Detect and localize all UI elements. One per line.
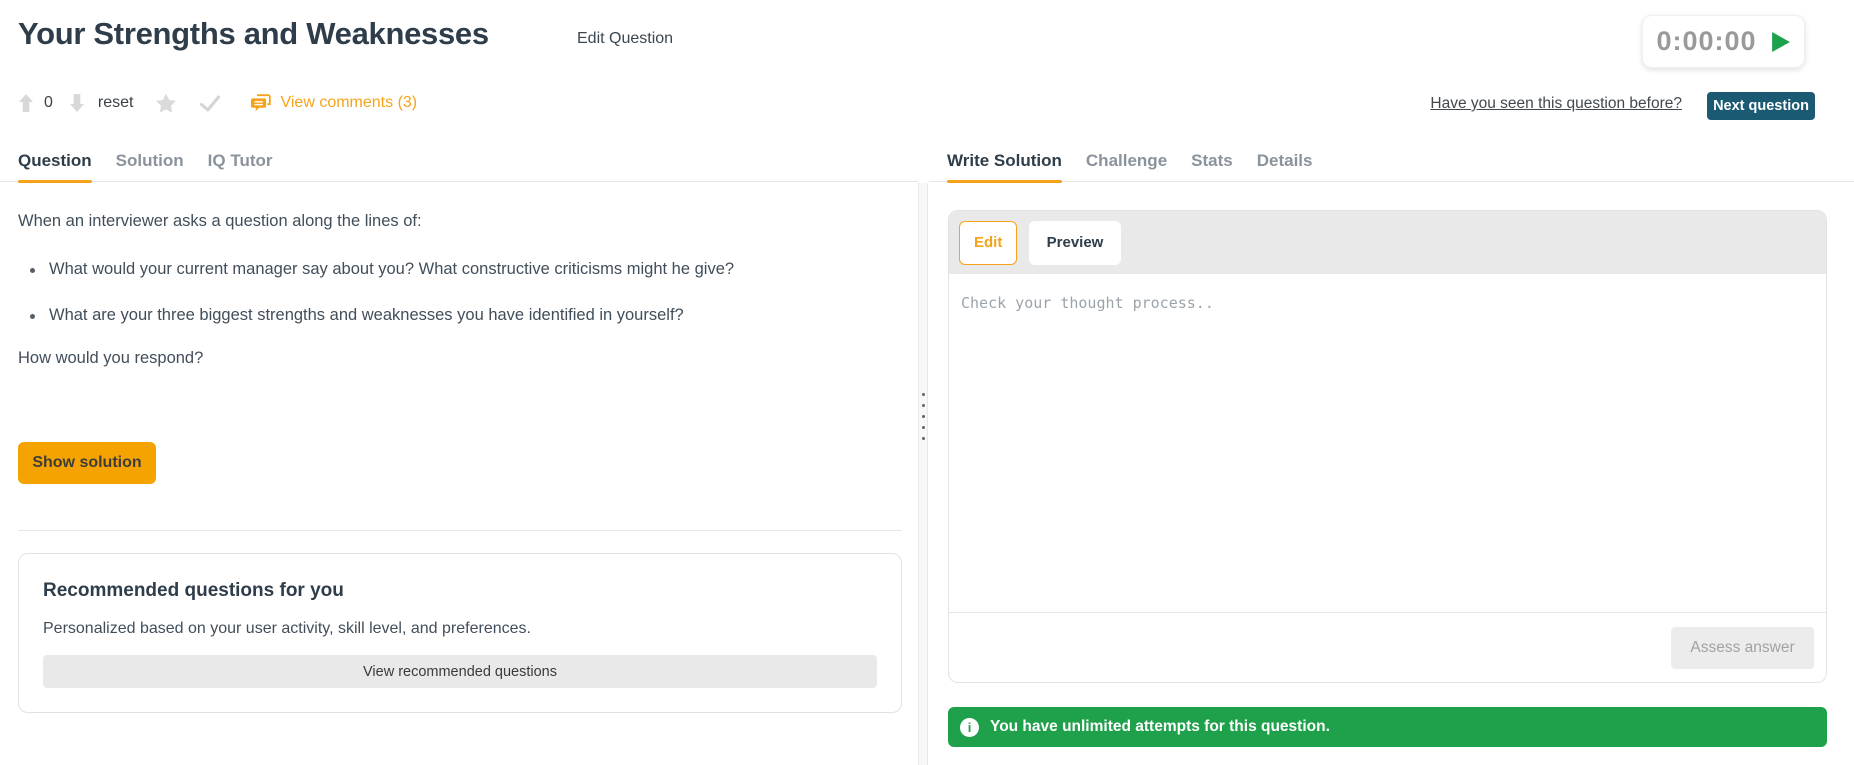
tab-details[interactable]: Details — [1257, 151, 1313, 181]
vote-count: 0 — [44, 94, 53, 111]
question-bullet-1-text: What would your current manager say abou… — [49, 260, 735, 278]
solution-editor: Edit Preview Assess answer — [948, 210, 1827, 683]
right-tab-bar: Write Solution Challenge Stats Details — [929, 130, 1854, 183]
question-bullet-2: What are your three biggest strengths an… — [30, 306, 684, 325]
reset-vote-link[interactable]: reset — [98, 94, 134, 112]
timer[interactable]: 0:00:00 — [1642, 15, 1805, 68]
editor-footer: Assess answer — [949, 612, 1826, 682]
info-icon: i — [960, 717, 979, 737]
attempts-banner-text: You have unlimited attempts for this que… — [990, 718, 1330, 735]
timer-value: 0:00:00 — [1656, 26, 1757, 56]
edit-question-link[interactable]: Edit Question — [577, 30, 673, 48]
assess-answer-button[interactable]: Assess answer — [1671, 626, 1814, 669]
upvote-arrow-icon[interactable] — [18, 93, 34, 113]
preview-mode-button[interactable]: Preview — [1029, 220, 1121, 265]
panel-resize-handle[interactable] — [918, 183, 928, 765]
editor-toolbar: Edit Preview — [949, 211, 1826, 274]
view-recommended-button[interactable]: View recommended questions — [43, 655, 877, 688]
tab-write-solution[interactable]: Write Solution — [947, 151, 1062, 183]
vote-bar: 0 reset View comments (3) — [18, 90, 417, 116]
left-tab-bar: Question Solution IQ Tutor — [0, 130, 918, 183]
question-bullet-1: What would your current manager say abou… — [30, 260, 734, 279]
recommended-subtitle: Personalized based on your user activity… — [43, 620, 531, 637]
tab-iq-tutor[interactable]: IQ Tutor — [208, 151, 273, 181]
downvote-arrow-icon[interactable] — [69, 93, 85, 113]
tab-stats[interactable]: Stats — [1191, 151, 1233, 181]
check-icon[interactable] — [199, 95, 221, 112]
question-bullet-2-text: What are your three biggest strengths an… — [49, 306, 684, 324]
bullet-dot — [30, 314, 35, 319]
attempts-banner: i You have unlimited attempts for this q… — [948, 707, 1827, 747]
view-comments-link[interactable]: View comments (3) — [251, 94, 417, 112]
comment-bubbles-icon — [251, 94, 272, 112]
drag-dots-icon — [919, 393, 927, 440]
edit-mode-button[interactable]: Edit — [959, 220, 1017, 265]
play-icon[interactable] — [1771, 31, 1791, 52]
solution-textarea[interactable] — [949, 274, 1826, 612]
tab-solution[interactable]: Solution — [116, 151, 184, 181]
star-icon[interactable] — [155, 93, 177, 114]
recommended-questions-card: Recommended questions for you Personaliz… — [18, 553, 902, 713]
question-intro: When an interviewer asks a question alon… — [18, 212, 422, 230]
section-divider — [18, 530, 902, 531]
tab-question[interactable]: Question — [18, 151, 92, 183]
next-question-button[interactable]: Next question — [1707, 92, 1815, 120]
view-comments-label: View comments (3) — [280, 94, 418, 111]
seen-before-link[interactable]: Have you seen this question before? — [1430, 95, 1682, 113]
question-outro: How would you respond? — [18, 349, 204, 367]
page-title: Your Strengths and Weaknesses — [18, 16, 489, 51]
show-solution-button[interactable]: Show solution — [18, 442, 156, 484]
tab-challenge[interactable]: Challenge — [1086, 151, 1167, 181]
recommended-title: Recommended questions for you — [43, 580, 344, 601]
bullet-dot — [30, 268, 35, 273]
